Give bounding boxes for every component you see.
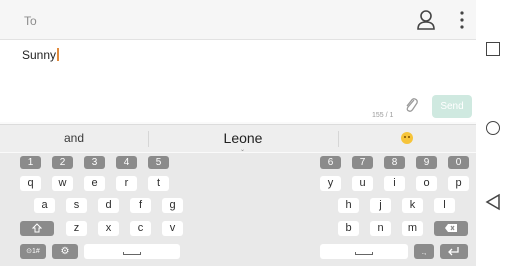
key-r[interactable]: r (116, 176, 137, 191)
key-j[interactable]: j (370, 198, 391, 213)
key-x[interactable]: x (98, 221, 119, 236)
key-y[interactable]: y (320, 176, 341, 191)
key-g[interactable]: g (162, 198, 183, 213)
gear-icon: ⚙ (60, 246, 70, 257)
key-b[interactable]: b (338, 221, 359, 236)
contact-icon[interactable] (416, 9, 436, 31)
emoji-icon (401, 131, 413, 144)
key-9[interactable]: 9 (416, 156, 437, 169)
expand-suggestions-icon[interactable]: ⌄ (240, 146, 245, 153)
key-t[interactable]: t (148, 176, 169, 191)
key-l[interactable]: l (434, 198, 455, 213)
text-caret (57, 48, 59, 61)
delete-icon (445, 224, 457, 232)
punctuation-key[interactable]: ., (414, 244, 434, 259)
enter-key[interactable] (440, 244, 468, 259)
send-button[interactable]: Send (432, 95, 472, 118)
shift-key[interactable] (20, 221, 54, 236)
message-text: Sunny (22, 48, 57, 62)
navigation-bar (476, 0, 506, 266)
key-z[interactable]: z (66, 221, 87, 236)
space-key-right[interactable] (320, 244, 408, 259)
key-8[interactable]: 8 (384, 156, 405, 169)
key-p[interactable]: p (448, 176, 469, 191)
message-input[interactable]: Sunny (22, 48, 59, 62)
enter-icon (448, 247, 459, 256)
circle-icon[interactable] (486, 121, 500, 135)
key-4[interactable]: 4 (116, 156, 137, 169)
messaging-app: To Sunny 155 / 1 Send and Leone ⌄ 1 2 3 … (0, 0, 476, 266)
key-w[interactable]: w (52, 176, 73, 191)
symbols-key[interactable]: ⊙1# (20, 244, 46, 259)
key-o[interactable]: o (416, 176, 437, 191)
key-m[interactable]: m (402, 221, 423, 236)
suggestion-first[interactable]: and (0, 125, 148, 153)
key-s[interactable]: s (66, 198, 87, 213)
delete-key[interactable] (434, 221, 468, 236)
screen: To Sunny 155 / 1 Send and Leone ⌄ 1 2 3 … (0, 0, 506, 266)
suggestion-bar: and Leone ⌄ (0, 124, 476, 153)
key-6[interactable]: 6 (320, 156, 341, 169)
settings-key[interactable]: ⚙ (52, 244, 78, 259)
message-compose-area[interactable]: Sunny 155 / 1 Send (0, 40, 476, 122)
key-q[interactable]: q (20, 176, 41, 191)
to-field-label[interactable]: To (24, 14, 37, 28)
key-f[interactable]: f (130, 198, 151, 213)
space-icon (355, 252, 373, 255)
more-options-icon[interactable] (458, 9, 466, 31)
key-i[interactable]: i (384, 176, 405, 191)
key-v[interactable]: v (162, 221, 183, 236)
space-icon (123, 252, 141, 255)
key-k[interactable]: k (402, 198, 423, 213)
keyboard: 1 2 3 4 5 6 7 8 9 0 q w e r t y u i o p … (0, 153, 476, 266)
character-counter: 155 / 1 (372, 112, 394, 119)
key-e[interactable]: e (84, 176, 105, 191)
back-triangle-icon[interactable] (485, 193, 501, 211)
square-icon[interactable] (486, 42, 500, 56)
key-3[interactable]: 3 (84, 156, 105, 169)
recipient-bar[interactable]: To (0, 0, 476, 40)
key-7[interactable]: 7 (352, 156, 373, 169)
key-2[interactable]: 2 (52, 156, 73, 169)
key-u[interactable]: u (352, 176, 373, 191)
space-key-left[interactable] (84, 244, 180, 259)
key-1[interactable]: 1 (20, 156, 41, 169)
shift-icon (31, 223, 43, 233)
key-a[interactable]: a (34, 198, 55, 213)
key-0[interactable]: 0 (448, 156, 469, 169)
key-d[interactable]: d (98, 198, 119, 213)
attachment-icon[interactable] (403, 96, 419, 114)
key-h[interactable]: h (338, 198, 359, 213)
key-c[interactable]: c (130, 221, 151, 236)
key-5[interactable]: 5 (148, 156, 169, 169)
suggestion-emoji[interactable] (338, 125, 476, 153)
key-n[interactable]: n (370, 221, 391, 236)
